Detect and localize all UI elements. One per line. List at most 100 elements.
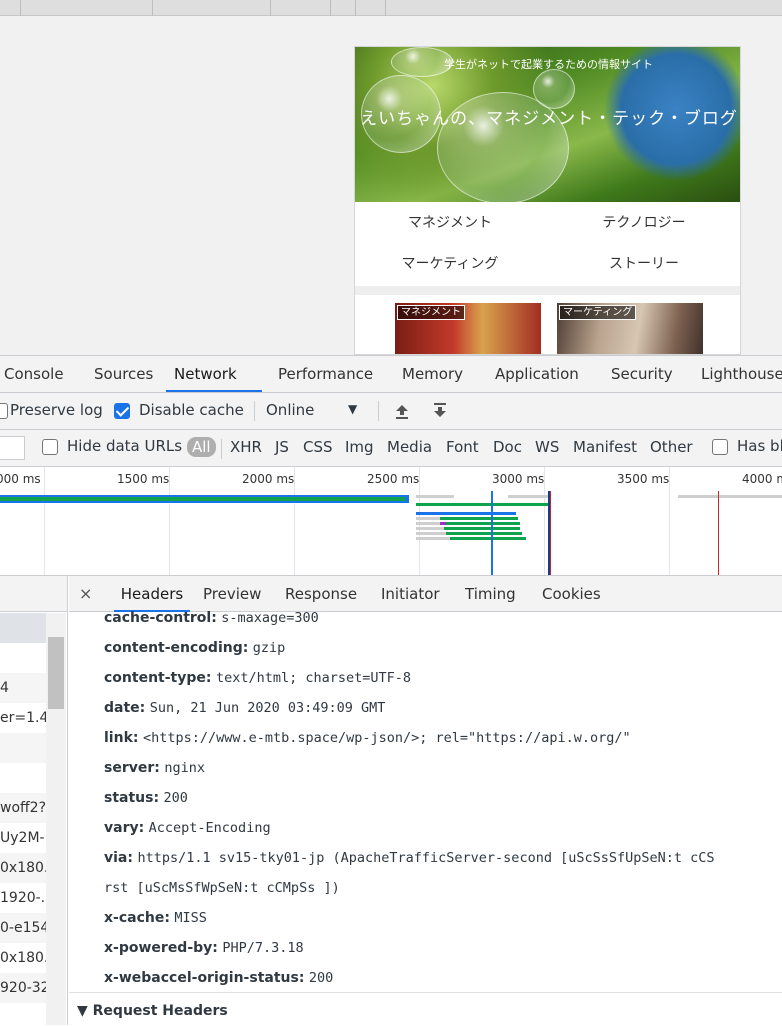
request-row[interactable]: 1920-. bbox=[0, 883, 46, 913]
waterfall-bar bbox=[416, 517, 440, 520]
filter-doc[interactable]: Doc bbox=[493, 438, 522, 456]
site-nav: マネジメント テクノロジー マーケティング ストーリー bbox=[355, 202, 740, 286]
request-row[interactable]: 920-32 bbox=[0, 973, 46, 1003]
waterfall-marker bbox=[550, 491, 551, 575]
throttling-select[interactable]: Online bbox=[266, 401, 314, 419]
filter-img[interactable]: Img bbox=[345, 438, 374, 456]
tab-performance[interactable]: Performance bbox=[270, 356, 381, 392]
waterfall-bar bbox=[416, 527, 444, 530]
article-thumb-management[interactable]: マネジメント bbox=[395, 303, 541, 354]
timeline-tick: 3500 ms bbox=[617, 472, 670, 486]
waterfall-bar bbox=[444, 527, 520, 530]
request-row[interactable]: woff2? bbox=[0, 793, 46, 823]
article-thumb-marketing[interactable]: マーケティング bbox=[557, 303, 703, 354]
hide-data-urls-label[interactable]: Hide data URLs bbox=[67, 437, 182, 455]
response-header-row: rst [uScMsSfWpSeN:t cCMpSs ]) bbox=[104, 877, 340, 899]
header-value: Sun, 21 Jun 2020 03:49:09 GMT bbox=[149, 700, 386, 716]
tab-security[interactable]: Security bbox=[603, 356, 681, 392]
filter-ws[interactable]: WS bbox=[535, 438, 559, 456]
divider bbox=[254, 401, 255, 421]
timeline-tick: 2500 ms bbox=[367, 472, 420, 486]
has-blocked-cookies-label[interactable]: Has bl bbox=[737, 437, 782, 455]
tab-cookies[interactable]: Cookies bbox=[540, 576, 603, 612]
request-row[interactable]: Uy2M- bbox=[0, 823, 46, 853]
header-value: Accept-Encoding bbox=[148, 820, 271, 836]
response-header-row: via: https/1.1 sv15-tky01-jp (ApacheTraf… bbox=[104, 847, 715, 869]
scrollbar-thumb[interactable] bbox=[48, 637, 64, 709]
has-blocked-cookies-checkbox[interactable] bbox=[712, 439, 728, 455]
waterfall-bar bbox=[416, 537, 450, 540]
filter-other[interactable]: Other bbox=[650, 438, 693, 456]
request-row[interactable]: 0-e154 bbox=[0, 913, 46, 943]
tab-timing[interactable]: Timing bbox=[463, 576, 518, 612]
request-list-scrollbar[interactable] bbox=[46, 613, 66, 1025]
header-name: via: bbox=[104, 850, 133, 866]
request-headers-section[interactable]: ▼ Request Headers bbox=[69, 992, 782, 1026]
network-overview-timeline[interactable]: 000 ms 1500 ms 2000 ms 2500 ms 3000 ms 3… bbox=[0, 467, 782, 576]
nav-technology[interactable]: テクノロジー bbox=[549, 212, 739, 232]
request-row[interactable]: 0x180.j bbox=[0, 943, 46, 973]
divider bbox=[378, 401, 379, 421]
response-header-row: x-powered-by: PHP/7.3.18 bbox=[104, 937, 304, 959]
nav-management[interactable]: マネジメント bbox=[355, 212, 545, 232]
download-icon[interactable] bbox=[431, 402, 449, 424]
request-row[interactable] bbox=[0, 763, 46, 793]
request-row[interactable]: 0x180. bbox=[0, 853, 46, 883]
header-name: status: bbox=[104, 790, 160, 806]
response-header-row: status: 200 bbox=[104, 787, 188, 809]
request-row[interactable]: er=1.4 bbox=[0, 703, 46, 733]
header-value: 200 bbox=[308, 970, 334, 986]
waterfall-bar bbox=[446, 522, 520, 525]
tab-application[interactable]: Application bbox=[487, 356, 587, 392]
header-value: s-maxage=300 bbox=[221, 610, 319, 626]
response-header-row: x-webaccel-origin-status: 200 bbox=[104, 967, 333, 989]
header-name: server: bbox=[104, 760, 160, 776]
request-row[interactable] bbox=[0, 1003, 46, 1025]
response-header-row: cache-control: s-maxage=300 bbox=[104, 607, 319, 629]
waterfall-bar bbox=[416, 522, 440, 525]
response-header-row: date: Sun, 21 Jun 2020 03:49:09 GMT bbox=[104, 697, 385, 719]
nav-story[interactable]: ストーリー bbox=[549, 253, 739, 273]
request-row[interactable] bbox=[0, 613, 46, 643]
tab-memory[interactable]: Memory bbox=[394, 356, 471, 392]
header-name: content-type: bbox=[104, 670, 212, 686]
waterfall-bar bbox=[508, 495, 548, 498]
waterfall-bar bbox=[450, 537, 526, 540]
preserve-log-checkbox[interactable] bbox=[0, 403, 8, 419]
waterfall-bar bbox=[440, 517, 518, 520]
close-icon[interactable]: × bbox=[79, 576, 92, 612]
filter-media[interactable]: Media bbox=[387, 438, 432, 456]
filter-xhr[interactable]: XHR bbox=[230, 438, 262, 456]
request-row[interactable] bbox=[0, 643, 46, 673]
filter-all[interactable]: All bbox=[187, 437, 216, 457]
request-headers-toggle[interactable]: ▼ Request Headers bbox=[77, 1003, 228, 1019]
request-row[interactable] bbox=[0, 733, 46, 763]
filter-input[interactable] bbox=[0, 436, 25, 460]
request-list-header bbox=[0, 576, 67, 612]
request-row[interactable]: 4 bbox=[0, 673, 46, 703]
filter-font[interactable]: Font bbox=[446, 438, 479, 456]
preserve-log-label[interactable]: Preserve log bbox=[10, 401, 103, 419]
disable-cache-label[interactable]: Disable cache bbox=[139, 401, 244, 419]
chevron-down-icon[interactable]: ▼ bbox=[348, 402, 357, 416]
tab-lighthouse[interactable]: Lighthouse bbox=[693, 356, 782, 392]
tab-console[interactable]: Console bbox=[0, 356, 72, 392]
top-toolbar-strip bbox=[0, 0, 782, 16]
tab-network[interactable]: Network bbox=[166, 356, 262, 392]
filter-js[interactable]: JS bbox=[275, 438, 289, 456]
disable-cache-checkbox[interactable] bbox=[114, 403, 130, 419]
filter-css[interactable]: CSS bbox=[303, 438, 333, 456]
request-list: 4 er=1.4 woff2? Uy2M- 0x180. 1920-. 0-e1… bbox=[0, 576, 68, 1025]
nav-marketing[interactable]: マーケティング bbox=[355, 253, 545, 273]
waterfall-bar bbox=[446, 532, 522, 535]
upload-icon[interactable] bbox=[393, 402, 411, 424]
site-title[interactable]: えいちゃんの、マネジメント・テック・ブログ bbox=[359, 107, 739, 131]
hide-data-urls-checkbox[interactable] bbox=[42, 439, 58, 455]
filter-manifest[interactable]: Manifest bbox=[573, 438, 637, 456]
waterfall-bar bbox=[416, 495, 454, 498]
waterfall-bar bbox=[416, 532, 446, 535]
tab-initiator[interactable]: Initiator bbox=[379, 576, 442, 612]
timeline-tick: 3000 ms bbox=[492, 472, 545, 486]
hero-tagline: 学生がネットで起業するための情報サイト bbox=[444, 58, 653, 71]
tab-sources[interactable]: Sources bbox=[86, 356, 161, 392]
